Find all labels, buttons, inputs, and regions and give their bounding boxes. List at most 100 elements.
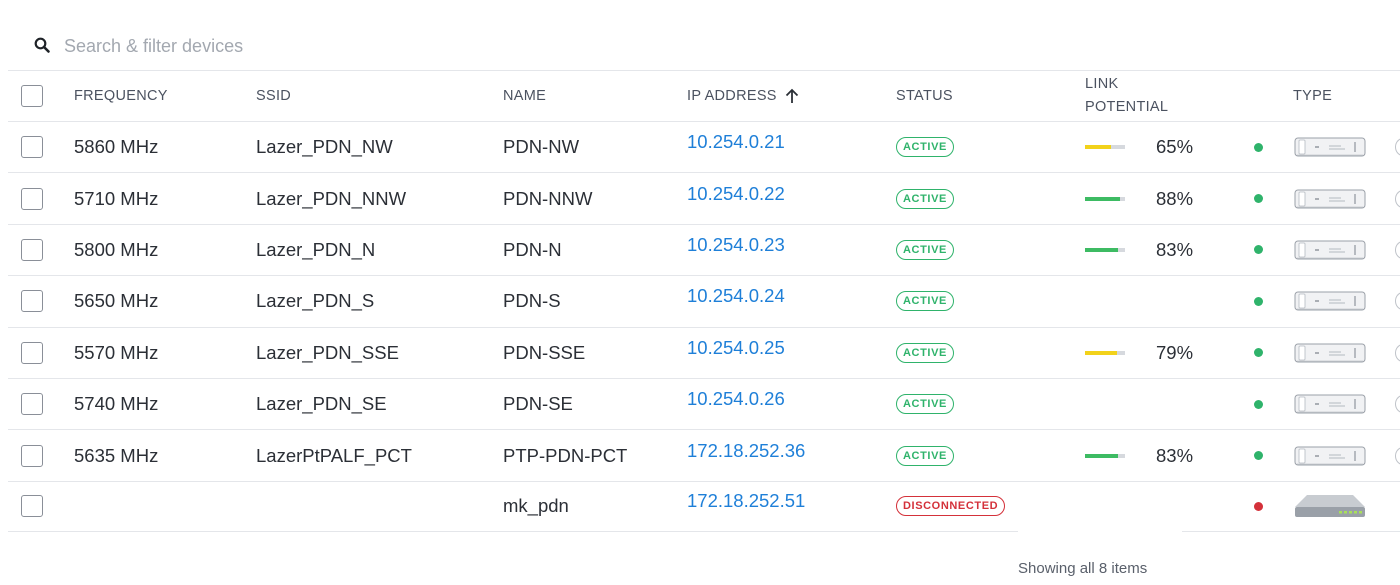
search-input[interactable] — [64, 32, 664, 60]
ip-address-link[interactable]: 10.254.0.22 — [687, 168, 785, 218]
link-potential-bar — [1085, 350, 1125, 355]
ip-address-link[interactable]: 172.18.252.51 — [687, 477, 805, 526]
column-header-link-potential[interactable]: LINK POTENTIAL — [1085, 71, 1168, 121]
name-cell: PDN-SSE — [503, 341, 586, 363]
radio-antenna-icon — [1293, 379, 1367, 429]
ip-address-link[interactable]: 10.254.0.21 — [687, 117, 785, 167]
online-status-dot — [1254, 194, 1263, 204]
link-header-line2: POTENTIAL — [1085, 99, 1169, 115]
items-summary: Showing all 8 items — [1018, 560, 1148, 577]
router-icon — [1293, 482, 1367, 531]
radio-antenna-icon — [1293, 276, 1367, 326]
online-status-dot — [1254, 142, 1263, 152]
table-row[interactable]: 5635 MHz LazerPtPALF_PCT PTP-PDN-PCT 172… — [8, 429, 1400, 480]
name-cell: PDN-SE — [503, 393, 573, 415]
more-icon[interactable] — [1395, 292, 1400, 311]
frequency-cell: 5800 MHz — [74, 238, 159, 260]
table-row[interactable]: 5650 MHz Lazer_PDN_S PDN-S 10.254.0.24 A… — [8, 275, 1400, 326]
name-cell: PTP-PDN-PCT — [503, 444, 628, 466]
online-status-dot — [1254, 451, 1263, 461]
ssid-cell: Lazer_PDN_SE — [256, 393, 387, 415]
name-cell: mk_pdn — [503, 495, 569, 517]
row-checkbox[interactable] — [21, 495, 43, 518]
column-header-status[interactable]: STATUS — [896, 71, 953, 121]
link-potential-bar — [1085, 247, 1125, 252]
link-potential-bar — [1085, 453, 1125, 458]
column-header-type[interactable]: TYPE — [1293, 71, 1332, 121]
link-potential-value: 79% — [1156, 341, 1194, 363]
row-checkbox[interactable] — [21, 187, 43, 210]
table-row[interactable]: mk_pdn 172.18.252.51 DISCONNECTED — [8, 480, 1400, 533]
table-row[interactable]: 5740 MHz Lazer_PDN_SE PDN-SE 10.254.0.26… — [8, 377, 1400, 429]
radio-antenna-icon — [1293, 430, 1367, 480]
offline-status-dot — [1254, 501, 1263, 511]
status-badge: ACTIVE — [896, 342, 954, 363]
row-checkbox[interactable] — [21, 444, 43, 467]
more-icon[interactable] — [1395, 446, 1400, 465]
link-potential-value: 83% — [1156, 444, 1194, 466]
name-cell: PDN-S — [503, 290, 561, 312]
online-status-dot — [1254, 296, 1263, 306]
radio-antenna-icon — [1293, 225, 1367, 275]
online-status-dot — [1254, 245, 1263, 255]
status-badge: ACTIVE — [896, 394, 954, 415]
column-header-name[interactable]: NAME — [503, 71, 546, 121]
table-row[interactable]: 5710 MHz Lazer_PDN_NNW PDN-NNW 10.254.0.… — [8, 172, 1400, 223]
link-potential-bar — [1085, 196, 1125, 201]
table-row[interactable]: 5800 MHz Lazer_PDN_N PDN-N 10.254.0.23 A… — [8, 223, 1400, 275]
ip-address-link[interactable]: 172.18.252.36 — [687, 425, 805, 475]
online-status-dot — [1254, 348, 1263, 358]
ip-address-link[interactable]: 10.254.0.23 — [687, 220, 785, 270]
column-header-ip-address[interactable]: IP ADDRESS — [687, 71, 799, 121]
ssid-cell: Lazer_PDN_NW — [256, 136, 393, 158]
devices-table: FREQUENCY SSID NAME IP ADDRESS STATUS LI… — [8, 70, 1400, 533]
row-checkbox[interactable] — [21, 393, 43, 416]
ip-address-link[interactable]: 10.254.0.25 — [687, 323, 785, 373]
status-badge: DISCONNECTED — [896, 496, 1006, 517]
link-potential-value: 65% — [1156, 136, 1194, 158]
search-icon — [34, 37, 50, 53]
frequency-cell: 5740 MHz — [74, 393, 159, 415]
row-checkbox[interactable] — [21, 341, 43, 364]
table-row[interactable]: 5860 MHz Lazer_PDN_NW PDN-NW 10.254.0.21… — [8, 121, 1400, 172]
more-icon[interactable] — [1395, 395, 1400, 414]
status-badge: ACTIVE — [896, 188, 954, 209]
frequency-cell: 5650 MHz — [74, 290, 159, 312]
radio-antenna-icon — [1293, 328, 1367, 378]
link-potential-bar — [1085, 145, 1125, 150]
status-badge: ACTIVE — [896, 445, 954, 466]
frequency-cell: 5635 MHz — [74, 444, 159, 466]
link-potential-value: 83% — [1156, 238, 1194, 260]
row-checkbox[interactable] — [21, 136, 43, 159]
divider-gap — [1018, 531, 1182, 537]
link-potential-value: 88% — [1156, 187, 1194, 209]
column-header-ip-label: IP ADDRESS — [687, 88, 777, 104]
more-icon[interactable] — [1395, 343, 1400, 362]
name-cell: PDN-NNW — [503, 187, 593, 209]
link-header-line1: LINK — [1085, 76, 1119, 92]
frequency-cell: 5710 MHz — [74, 187, 159, 209]
column-header-ssid[interactable]: SSID — [256, 71, 291, 121]
ssid-cell: Lazer_PDN_S — [256, 290, 375, 312]
name-cell: PDN-N — [503, 238, 562, 260]
status-badge: ACTIVE — [896, 291, 954, 312]
online-status-dot — [1254, 399, 1263, 409]
select-all-checkbox[interactable] — [21, 85, 43, 107]
more-icon[interactable] — [1395, 240, 1400, 259]
ip-address-link[interactable]: 10.254.0.26 — [687, 374, 785, 424]
radio-antenna-icon — [1293, 173, 1367, 223]
row-checkbox[interactable] — [21, 238, 43, 261]
ssid-cell: Lazer_PDN_NNW — [256, 187, 407, 209]
status-badge: ACTIVE — [896, 137, 954, 158]
ssid-cell: Lazer_PDN_N — [256, 238, 376, 260]
radio-antenna-icon — [1293, 122, 1367, 172]
more-icon[interactable] — [1395, 189, 1400, 208]
table-row[interactable]: 5570 MHz Lazer_PDN_SSE PDN-SSE 10.254.0.… — [8, 326, 1400, 378]
more-icon[interactable] — [1395, 138, 1400, 157]
name-cell: PDN-NW — [503, 136, 580, 158]
frequency-cell: 5860 MHz — [74, 136, 159, 158]
arrow-up-icon — [785, 88, 798, 103]
row-checkbox[interactable] — [21, 290, 43, 313]
ip-address-link[interactable]: 10.254.0.24 — [687, 271, 785, 321]
column-header-frequency[interactable]: FREQUENCY — [74, 71, 168, 121]
